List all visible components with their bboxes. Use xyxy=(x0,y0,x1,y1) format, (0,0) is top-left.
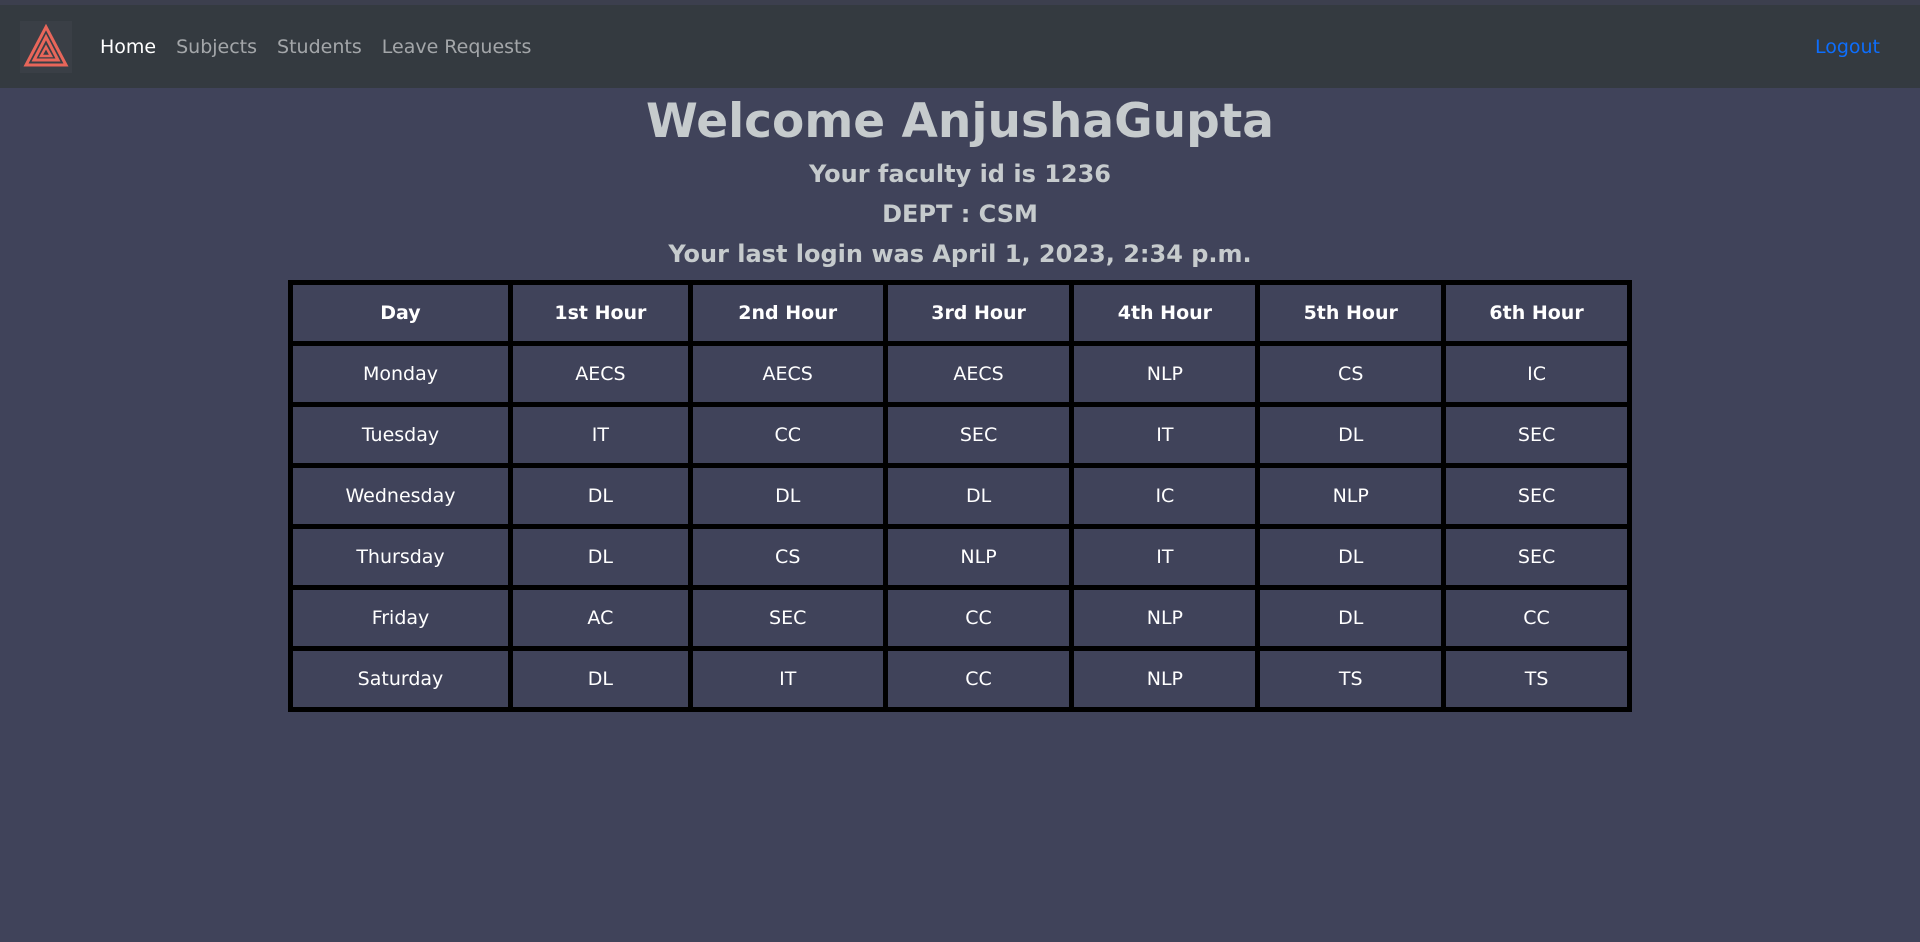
subject-cell: IT xyxy=(1074,407,1256,463)
timetable: Day 1st Hour 2nd Hour 3rd Hour 4th Hour … xyxy=(288,280,1632,712)
triangle-logo-icon xyxy=(23,23,69,66)
nav-link-home[interactable]: Home xyxy=(100,36,156,58)
subject-cell: AECS xyxy=(887,346,1070,402)
subject-cell: NLP xyxy=(1260,468,1442,524)
subject-cell: SEC xyxy=(887,407,1070,463)
subject-cell: CC xyxy=(887,590,1070,646)
table-row: Tuesday IT CC SEC IT DL SEC xyxy=(293,407,1627,463)
table-row: Friday AC SEC CC NLP DL CC xyxy=(293,590,1627,646)
subject-cell: DL xyxy=(1260,407,1442,463)
header-cell-hour-6: 6th Hour xyxy=(1446,285,1627,341)
subject-cell: DL xyxy=(692,468,883,524)
brand-logo[interactable] xyxy=(20,20,72,73)
subject-cell: IT xyxy=(692,651,883,707)
subject-cell: SEC xyxy=(1446,407,1627,463)
subject-cell: CC xyxy=(1446,590,1627,646)
day-cell: Saturday xyxy=(293,651,508,707)
day-cell: Friday xyxy=(293,590,508,646)
subject-cell: SEC xyxy=(692,590,883,646)
subject-cell: DL xyxy=(1260,529,1442,585)
last-login-text: Your last login was April 1, 2023, 2:34 … xyxy=(668,240,1252,268)
nav-link-leave-requests[interactable]: Leave Requests xyxy=(382,36,532,58)
subject-cell: SEC xyxy=(1446,529,1627,585)
subject-cell: IT xyxy=(1074,529,1256,585)
nav-link-subjects[interactable]: Subjects xyxy=(176,36,257,58)
subject-cell: NLP xyxy=(887,529,1070,585)
subject-cell: DL xyxy=(512,651,688,707)
header-cell-hour-3: 3rd Hour xyxy=(887,285,1070,341)
navbar: Home Subjects Students Leave Requests Lo… xyxy=(0,5,1920,88)
subject-cell: TS xyxy=(1260,651,1442,707)
welcome-heading: Welcome AnjushaGupta xyxy=(646,94,1274,149)
nav-links: Home Subjects Students Leave Requests xyxy=(100,36,531,58)
day-cell: Monday xyxy=(293,346,508,402)
subject-cell: TS xyxy=(1446,651,1627,707)
header-cell-hour-2: 2nd Hour xyxy=(692,285,883,341)
subject-cell: DL xyxy=(512,468,688,524)
welcome-section: Welcome AnjushaGupta Your faculty id is … xyxy=(0,94,1920,274)
timetable-header-row: Day 1st Hour 2nd Hour 3rd Hour 4th Hour … xyxy=(293,285,1627,341)
header-cell-hour-4: 4th Hour xyxy=(1074,285,1256,341)
subject-cell: IT xyxy=(512,407,688,463)
subject-cell: CC xyxy=(887,651,1070,707)
day-cell: Tuesday xyxy=(293,407,508,463)
table-row: Thursday DL CS NLP IT DL SEC xyxy=(293,529,1627,585)
day-cell: Wednesday xyxy=(293,468,508,524)
subject-cell: CS xyxy=(692,529,883,585)
day-cell: Thursday xyxy=(293,529,508,585)
subject-cell: CS xyxy=(1260,346,1442,402)
subject-cell: DL xyxy=(887,468,1070,524)
header-cell-hour-1: 1st Hour xyxy=(512,285,688,341)
subject-cell: NLP xyxy=(1074,590,1256,646)
subject-cell: DL xyxy=(1260,590,1442,646)
subject-cell: IC xyxy=(1446,346,1627,402)
table-row: Wednesday DL DL DL IC NLP SEC xyxy=(293,468,1627,524)
header-cell-hour-5: 5th Hour xyxy=(1260,285,1442,341)
nav-link-students[interactable]: Students xyxy=(277,36,362,58)
subject-cell: IC xyxy=(1074,468,1256,524)
subject-cell: AECS xyxy=(512,346,688,402)
department-text: DEPT : CSM xyxy=(882,200,1038,228)
table-row: Saturday DL IT CC NLP TS TS xyxy=(293,651,1627,707)
header-cell-day: Day xyxy=(293,285,508,341)
logout-link[interactable]: Logout xyxy=(1815,36,1880,58)
subject-cell: AC xyxy=(512,590,688,646)
subject-cell: CC xyxy=(692,407,883,463)
subject-cell: NLP xyxy=(1074,346,1256,402)
table-row: Monday AECS AECS AECS NLP CS IC xyxy=(293,346,1627,402)
subject-cell: NLP xyxy=(1074,651,1256,707)
faculty-id-text: Your faculty id is 1236 xyxy=(808,160,1111,188)
subject-cell: DL xyxy=(512,529,688,585)
subject-cell: SEC xyxy=(1446,468,1627,524)
subject-cell: AECS xyxy=(692,346,883,402)
